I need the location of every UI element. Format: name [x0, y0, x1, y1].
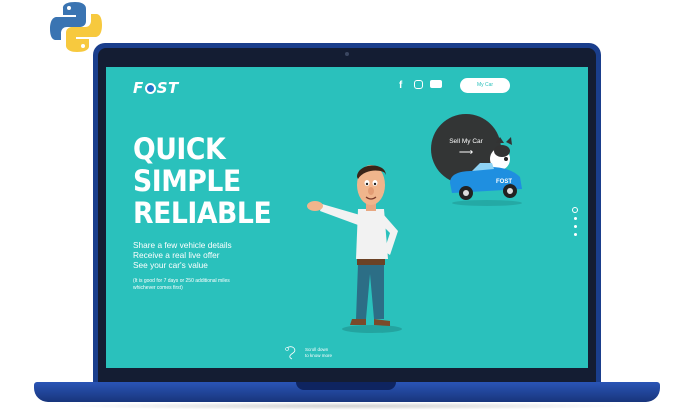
youtube-icon[interactable]	[430, 80, 442, 91]
scroll-hint: Scroll down to know more	[305, 347, 332, 358]
scroll-hint-line: Scroll down	[305, 347, 329, 352]
hero-point: Receive a real live offer	[133, 250, 220, 261]
section-pager	[571, 207, 579, 241]
pager-dot[interactable]	[572, 207, 578, 213]
instagram-icon[interactable]	[414, 80, 423, 92]
pager-dot[interactable]	[573, 217, 577, 220]
toy-car-dog-illustration: FOST	[450, 137, 522, 206]
mascot-man-illustration	[307, 165, 402, 333]
hero-headline: QUICK SIMPLE RELIABLE	[133, 132, 272, 230]
headline-line: RELIABLE	[133, 196, 272, 230]
hero-point: See your car's value	[133, 260, 208, 271]
scroll-hint-line: to know more	[305, 352, 333, 358]
hero-points: Share a few vehicle details Receive a re…	[133, 240, 232, 271]
my-car-button[interactable]: My Car	[460, 78, 510, 93]
logo-o-mark	[144, 83, 156, 94]
facebook-icon[interactable]: f	[399, 80, 402, 91]
hero-point: Share a few vehicle details	[133, 240, 232, 250]
headline-line: QUICK	[133, 132, 226, 166]
pager-dot[interactable]	[573, 233, 577, 236]
mouse-scroll-icon[interactable]	[284, 344, 300, 360]
webcam	[345, 52, 349, 56]
website-screen: F ST f My Car QUICK SIMPLE RELIABLE Share…	[106, 67, 588, 368]
site-logo[interactable]: F ST	[133, 79, 179, 97]
offer-note: (It is good for 7 days or 250 additional…	[133, 278, 230, 291]
laptop-shadow	[60, 402, 634, 410]
pager-dot[interactable]	[573, 225, 577, 228]
laptop-notch	[296, 382, 396, 390]
headline-line: SIMPLE	[133, 164, 241, 198]
